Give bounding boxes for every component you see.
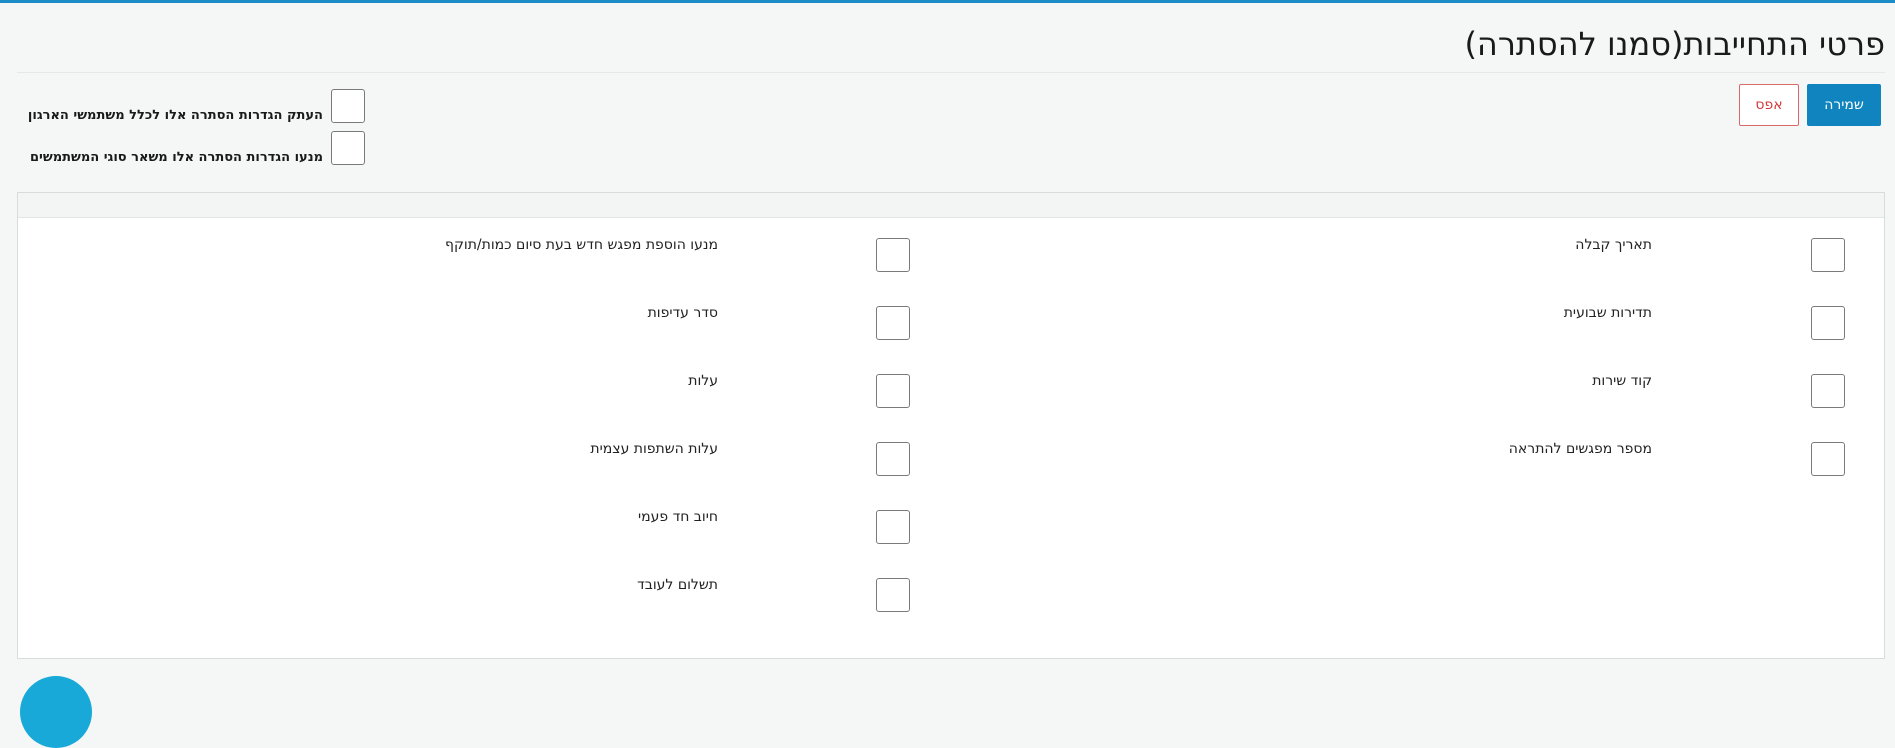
panel-header xyxy=(18,193,1884,218)
prevent-other-types-checkbox[interactable] xyxy=(331,131,365,165)
field-label-prevent-new-meeting: מנעו הוספת מפגש חדש בעת סיום כמות/תוקף xyxy=(445,237,718,253)
field-checkbox-employee-payment[interactable] xyxy=(876,578,910,612)
reset-button[interactable]: אפס xyxy=(1739,84,1799,126)
field-checkbox-prevent-new-meeting[interactable] xyxy=(876,238,910,272)
top-accent-bar xyxy=(0,0,1895,3)
copy-to-org-checkbox[interactable] xyxy=(331,89,365,123)
field-label-service-code: קוד שירות xyxy=(1592,373,1652,389)
field-checkbox-receive-date[interactable] xyxy=(1811,238,1845,272)
field-label-copay-cost: עלות השתפות עצמית xyxy=(590,441,718,457)
field-label-receive-date: תאריך קבלה xyxy=(1575,237,1652,253)
hidden-fields-panel: תאריך קבלה תדירות שבועית קוד שירות מספר … xyxy=(17,192,1885,659)
help-chat-button[interactable] xyxy=(20,676,92,748)
title-divider xyxy=(17,72,1885,73)
field-label-weekly-frequency: תדירות שבועית xyxy=(1563,305,1652,321)
field-checkbox-one-time-charge[interactable] xyxy=(876,510,910,544)
page-title: פרטי התחייבות(סמנו להסתרה) xyxy=(1464,25,1885,63)
field-label-alert-meetings: מספר מפגשים להתראה xyxy=(1508,441,1652,457)
field-checkbox-copay-cost[interactable] xyxy=(876,442,910,476)
field-label-one-time-charge: חיוב חד פעמי xyxy=(637,509,718,525)
field-label-employee-payment: תשלום לעובד xyxy=(637,577,718,593)
field-label-cost: עלות xyxy=(688,373,718,389)
field-checkbox-weekly-frequency[interactable] xyxy=(1811,306,1845,340)
prevent-other-types-label: מנעו הגדרות הסתרה אלו משאר סוגי המשתמשים xyxy=(29,150,323,165)
copy-to-org-label: העתק הגדרות הסתרה אלו לכלל משתמשי הארגון xyxy=(27,108,323,123)
field-checkbox-priority-order[interactable] xyxy=(876,306,910,340)
field-checkbox-service-code[interactable] xyxy=(1811,374,1845,408)
field-label-priority-order: סדר עדיפות xyxy=(647,305,718,321)
save-button[interactable]: שמירה xyxy=(1807,84,1881,126)
field-checkbox-alert-meetings[interactable] xyxy=(1811,442,1845,476)
field-checkbox-cost[interactable] xyxy=(876,374,910,408)
